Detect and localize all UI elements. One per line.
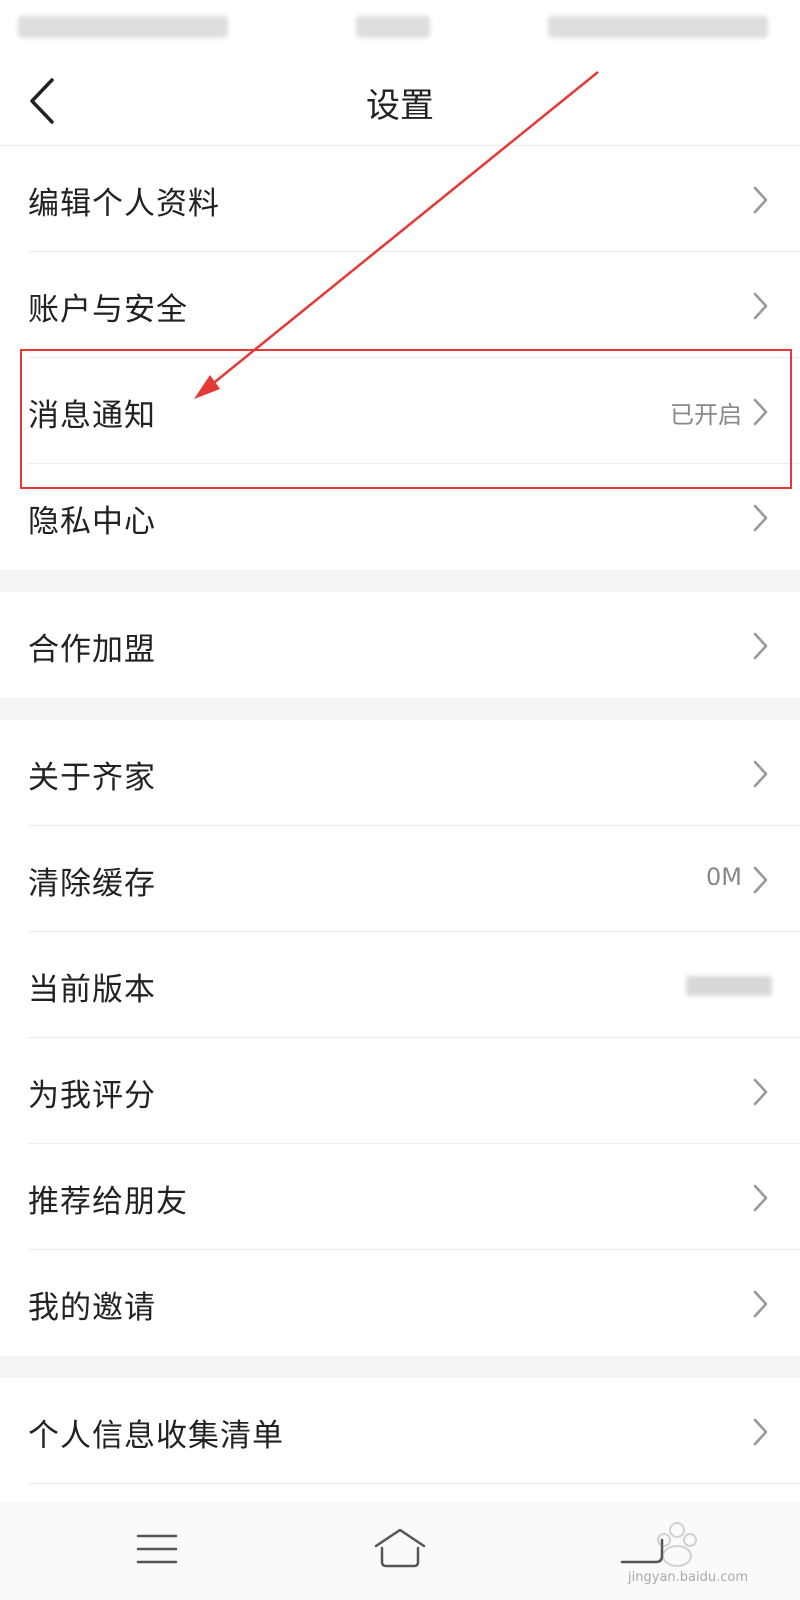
settings-item-about[interactable]: 关于齐家	[0, 720, 800, 826]
section-separator	[0, 570, 800, 592]
settings-group-app: 关于齐家 清除缓存 0M 当前版本 为我评分 推荐给朋友 我的邀请	[0, 720, 800, 1356]
settings-item-label: 编辑个人资料	[28, 186, 220, 222]
watermark-text: jingyan.baidu.com	[628, 1570, 748, 1585]
status-left-blurred	[18, 16, 228, 38]
status-bar	[0, 0, 800, 56]
menu-nav-button[interactable]	[128, 1524, 188, 1574]
chevron-right-icon	[753, 866, 768, 894]
settings-group-info: 个人信息收集清单	[0, 1378, 800, 1484]
chevron-right-icon	[753, 186, 768, 214]
chevron-right-icon	[753, 1290, 768, 1318]
settings-item-label: 清除缓存	[28, 866, 156, 902]
settings-item-partnership[interactable]: 合作加盟	[0, 592, 800, 698]
chevron-right-icon	[753, 292, 768, 320]
chevron-right-icon	[753, 398, 768, 426]
home-icon	[374, 1528, 426, 1568]
settings-item-edit-profile[interactable]: 编辑个人资料	[0, 146, 800, 252]
section-separator	[0, 698, 800, 720]
settings-item-recommend-friends[interactable]: 推荐给朋友	[0, 1144, 800, 1250]
settings-item-label: 当前版本	[28, 972, 156, 1008]
home-nav-button[interactable]	[370, 1524, 430, 1574]
settings-item-clear-cache[interactable]: 清除缓存 0M	[0, 826, 800, 932]
settings-item-privacy-center[interactable]: 隐私中心	[0, 464, 800, 570]
status-right-blurred	[548, 16, 768, 38]
settings-item-label: 账户与安全	[28, 292, 188, 328]
nav-header: 设置	[0, 56, 800, 146]
settings-item-notifications[interactable]: 消息通知 已开启	[0, 358, 800, 464]
chevron-right-icon	[753, 504, 768, 532]
chevron-right-icon	[753, 1078, 768, 1106]
settings-item-label: 消息通知	[28, 398, 156, 434]
notifications-status: 已开启	[670, 401, 742, 429]
page-title: 设置	[366, 86, 434, 126]
chevron-right-icon	[753, 1184, 768, 1212]
divider	[28, 1483, 800, 1484]
baidu-watermark-logo	[657, 1522, 697, 1567]
settings-item-current-version: 当前版本	[0, 932, 800, 1038]
settings-item-label: 为我评分	[28, 1078, 156, 1114]
chevron-right-icon	[753, 632, 768, 660]
settings-item-label: 推荐给朋友	[28, 1184, 188, 1220]
cache-size: 0M	[706, 863, 742, 891]
settings-item-label: 个人信息收集清单	[28, 1418, 284, 1454]
settings-item-personal-info-list[interactable]: 个人信息收集清单	[0, 1378, 800, 1484]
settings-item-label: 关于齐家	[28, 760, 156, 796]
chevron-right-icon	[753, 760, 768, 788]
settings-group-account: 编辑个人资料 账户与安全 消息通知 已开启 隐私中心	[0, 146, 800, 570]
settings-item-my-invitations[interactable]: 我的邀请	[0, 1250, 800, 1356]
chevron-right-icon	[753, 1418, 768, 1446]
settings-item-rate-app[interactable]: 为我评分	[0, 1038, 800, 1144]
settings-item-label: 我的邀请	[28, 1290, 156, 1326]
settings-item-label: 隐私中心	[28, 504, 156, 540]
menu-icon	[136, 1534, 178, 1564]
settings-group-partnership: 合作加盟	[0, 592, 800, 698]
settings-item-label: 合作加盟	[28, 632, 156, 668]
version-number-blurred	[686, 976, 772, 996]
status-time-blurred	[356, 16, 430, 38]
settings-item-account-security[interactable]: 账户与安全	[0, 252, 800, 358]
section-separator	[0, 1356, 800, 1378]
